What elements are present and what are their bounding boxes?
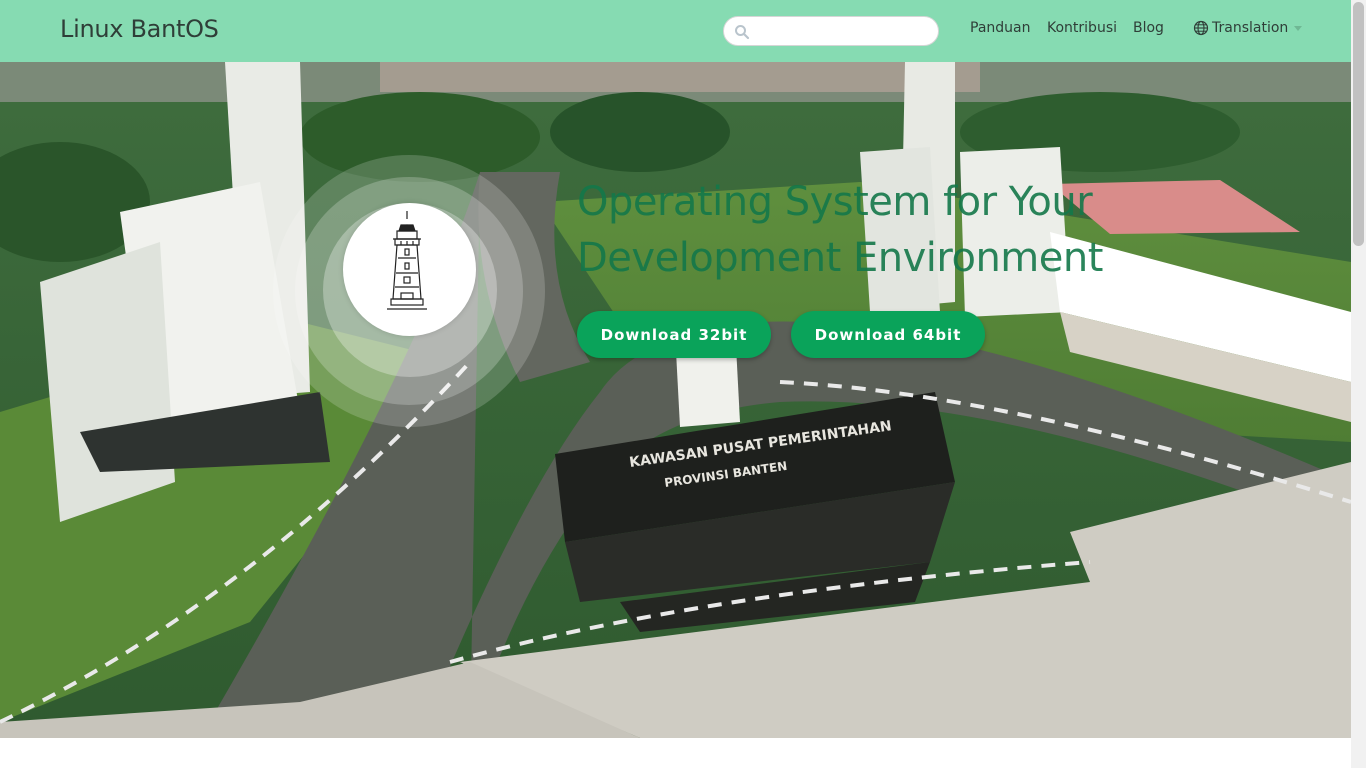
hero-headline-line2: Development Environment (577, 235, 1103, 281)
globe-icon (1193, 20, 1209, 36)
nav-link-kontribusi[interactable]: Kontribusi (1047, 20, 1117, 36)
hero-headline-line1: Operating System for Your (577, 179, 1093, 225)
hero-headline: Operating System for Your Development En… (577, 174, 1177, 286)
translation-label: Translation (1212, 20, 1289, 36)
search-icon (735, 25, 750, 40)
hero-background-photo: KAWASAN PUSAT PEMERINTAHAN PROVINSI BANT… (0, 62, 1351, 738)
nav-link-panduan[interactable]: Panduan (970, 20, 1030, 36)
lighthouse-tower-logo-icon (387, 211, 427, 310)
vertical-scrollbar[interactable] (1351, 0, 1366, 768)
download-64bit-button[interactable]: Download 64bit (791, 311, 985, 358)
top-navbar: Linux BantOS Panduan Kontribusi Blog Tra… (0, 0, 1351, 62)
brand-logo-text[interactable]: Linux BantOS (60, 15, 219, 43)
translation-dropdown[interactable]: Translation (1193, 20, 1303, 36)
download-32bit-button[interactable]: Download 32bit (577, 311, 771, 358)
nav-link-blog[interactable]: Blog (1133, 20, 1164, 36)
hero-section: KAWASAN PUSAT PEMERINTAHAN PROVINSI BANT… (0, 62, 1351, 738)
search-input[interactable] (723, 16, 939, 46)
chevron-down-icon (1294, 25, 1303, 31)
page: Linux BantOS Panduan Kontribusi Blog Tra… (0, 0, 1366, 768)
bantos-logo (343, 203, 476, 336)
scrollbar-thumb[interactable] (1353, 2, 1364, 246)
